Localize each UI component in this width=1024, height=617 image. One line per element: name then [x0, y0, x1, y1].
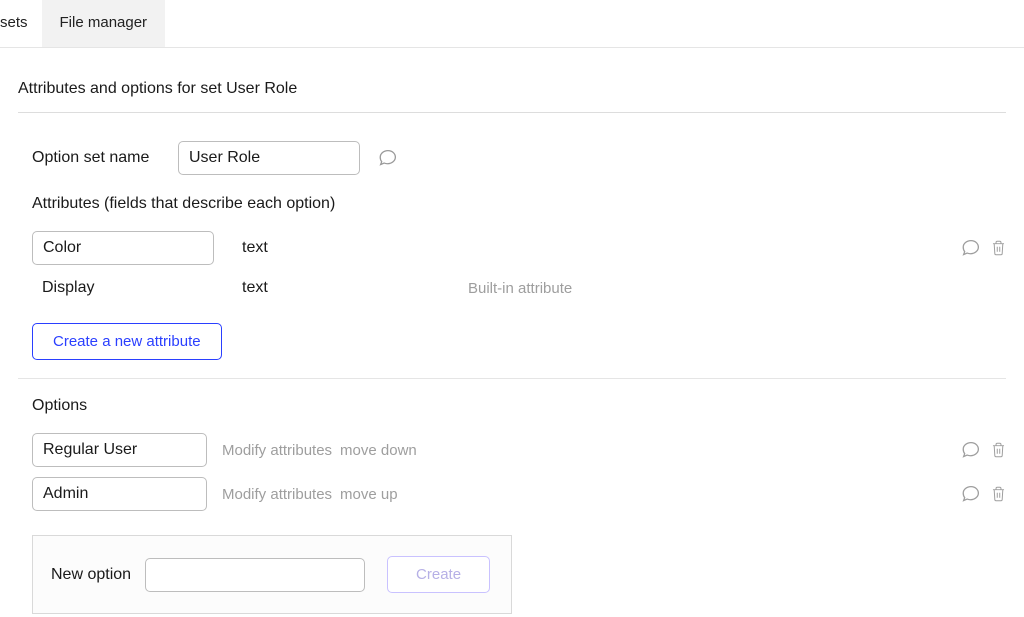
- option-row: Modify attributes move down: [32, 433, 1006, 467]
- option-set-name-input[interactable]: [178, 141, 360, 175]
- trash-icon[interactable]: [991, 486, 1006, 502]
- move-up-link[interactable]: move up: [340, 486, 398, 503]
- option-name-input[interactable]: [32, 477, 207, 511]
- page-title: Attributes and options for set User Role: [18, 64, 1006, 113]
- move-down-link[interactable]: move down: [340, 442, 417, 459]
- tabs-bar: sets File manager: [0, 0, 1024, 48]
- comment-icon[interactable]: [961, 441, 981, 459]
- modify-attributes-link[interactable]: Modify attributes: [222, 442, 332, 459]
- builtin-attribute-note: Built-in attribute: [468, 280, 572, 297]
- option-set-name-label: Option set name: [32, 149, 178, 167]
- comment-icon[interactable]: [961, 485, 981, 503]
- create-option-button[interactable]: Create: [387, 556, 490, 593]
- new-option-input[interactable]: [145, 558, 365, 592]
- new-option-label: New option: [51, 566, 131, 584]
- modify-attributes-link[interactable]: Modify attributes: [222, 486, 332, 503]
- section-divider: [18, 378, 1006, 379]
- content-area: Attributes and options for set User Role…: [0, 48, 1024, 614]
- options-heading: Options: [32, 397, 1006, 415]
- option-set-name-row: Option set name: [32, 141, 1006, 175]
- option-name-input[interactable]: [32, 433, 207, 467]
- builtin-attribute-row: Display text Built-in attribute: [32, 279, 1006, 297]
- builtin-attribute-name: Display: [32, 279, 242, 297]
- attribute-type: text: [242, 239, 468, 257]
- new-option-box: New option Create: [32, 535, 512, 614]
- comment-icon[interactable]: [378, 149, 398, 167]
- attribute-name-input[interactable]: [32, 231, 214, 265]
- tab-option-sets-partial[interactable]: sets: [0, 0, 42, 47]
- trash-icon[interactable]: [991, 442, 1006, 458]
- builtin-attribute-type: text: [242, 279, 468, 297]
- comment-icon[interactable]: [961, 239, 981, 257]
- create-attribute-button[interactable]: Create a new attribute: [32, 323, 222, 360]
- trash-icon[interactable]: [991, 240, 1006, 256]
- attributes-heading: Attributes (fields that describe each op…: [32, 195, 1006, 213]
- option-row: Modify attributes move up: [32, 477, 1006, 511]
- tab-file-manager[interactable]: File manager: [42, 0, 166, 47]
- attribute-row: text: [32, 231, 1006, 265]
